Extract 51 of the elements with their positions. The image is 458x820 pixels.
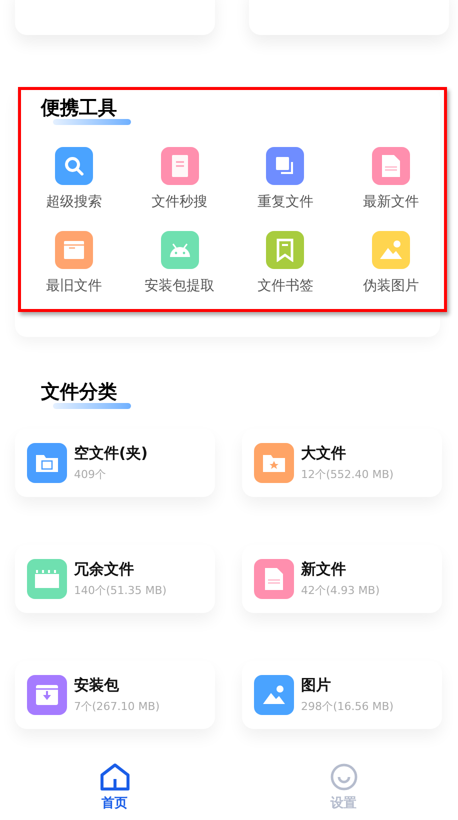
category-card[interactable]: 大文件 12个(552.40 MB) [242,429,442,497]
category-card[interactable]: 冗余文件 140个(51.35 MB) [15,545,215,613]
bookmark-icon [276,238,294,262]
tool-label: 最旧文件 [46,277,102,295]
search-icon [62,155,85,177]
clapperboard-icon [34,569,60,589]
image-icon [379,239,404,261]
category-card[interactable]: 新文件 42个(4.93 MB) [242,545,442,613]
category-card[interactable]: 空文件(夹) 409个 [15,429,215,497]
tool-label: 文件书签 [257,277,314,295]
box-icon [62,240,85,260]
category-count: 298个(16.56 MB) [301,699,394,714]
tool-button[interactable] [266,147,304,185]
tool-button[interactable] [160,147,199,185]
category-name: 新文件 [301,560,347,579]
nav-tab[interactable]: 首页 [0,757,229,820]
folder-icon [35,453,59,473]
tool-label: 伪装图片 [363,277,420,295]
category-card[interactable]: 图片 298个(16.56 MB) [242,661,442,729]
tool-label: 最新文件 [363,193,420,211]
tool-button[interactable] [372,231,410,269]
tool-label: 文件秒搜 [152,193,208,211]
category-count: 7个(267.10 MB) [74,699,160,714]
download-box-icon [35,684,59,706]
home-icon [100,763,130,791]
category-count: 42个(4.93 MB) [301,583,380,598]
category-name: 空文件(夹) [74,444,148,463]
tool-label: 安装包提取 [144,277,215,295]
section-title: 便携工具 [41,98,118,119]
category-name: 冗余文件 [74,560,135,579]
category-name: 大文件 [301,444,347,463]
smiley-icon [330,763,358,791]
tool-button[interactable] [160,231,199,269]
tool-button[interactable] [372,147,410,185]
tool-label: 重复文件 [257,193,314,211]
new-file-icon [264,567,284,591]
image-icon [262,684,286,706]
category-count: 140个(51.35 MB) [74,583,167,598]
category-count: 12个(552.40 MB) [301,467,394,482]
category-card[interactable]: 安装包 7个(267.10 MB) [15,661,215,729]
category-name: 安装包 [74,676,120,695]
robot-icon [168,242,192,258]
tool-button[interactable] [266,231,304,269]
category-name: 图片 [301,676,332,695]
folder-star-icon [262,453,286,473]
tool-button[interactable] [54,147,93,185]
category-count: 409个 [74,467,107,482]
section-title: 文件分类 [41,382,118,403]
tool-button[interactable] [54,231,93,269]
tool-label: 超级搜索 [46,193,102,211]
new-file-icon [381,154,402,178]
